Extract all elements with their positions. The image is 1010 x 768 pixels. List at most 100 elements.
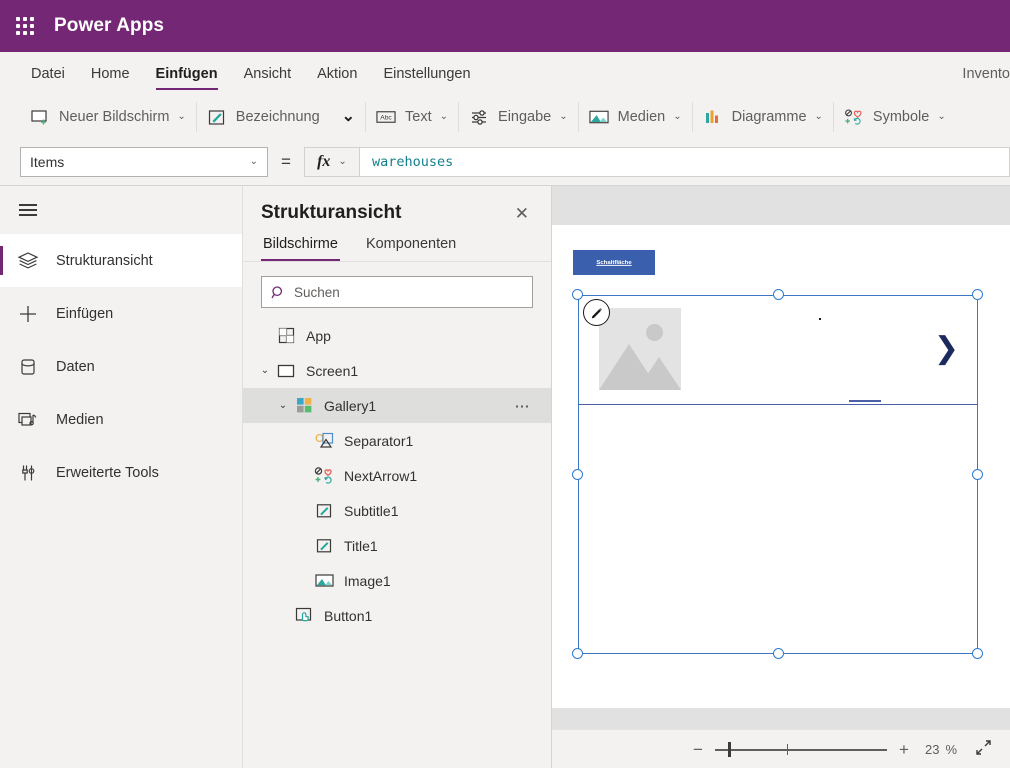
- ribbon-new-screen-label: Neuer Bildschirm: [59, 109, 170, 125]
- tree-node-nextarrow1[interactable]: NextArrow1: [243, 458, 551, 493]
- tree-node-title1[interactable]: Title1: [243, 528, 551, 563]
- status-bar: − + 23 %: [552, 729, 1010, 768]
- database-icon: [0, 357, 56, 377]
- menu-item-einstellungen[interactable]: Einstellungen: [370, 52, 483, 95]
- tree-node-label: Button1: [324, 607, 373, 624]
- sidebar-item-label: Medien: [56, 411, 104, 428]
- menu-item-datei[interactable]: Datei: [18, 52, 78, 95]
- tree-panel-footer-fill: [243, 708, 552, 768]
- ribbon-charts[interactable]: Diagramme ⌄: [693, 102, 834, 132]
- tree-node-subtitle1[interactable]: Subtitle1: [243, 493, 551, 528]
- insert-ribbon: Neuer Bildschirm ⌄ Bezeichnung ⌄ Abc Tex…: [0, 95, 1010, 140]
- sidebar-item-erweiterte-tools[interactable]: Erweiterte Tools: [0, 446, 242, 499]
- tree-node-label: Separator1: [344, 432, 414, 449]
- zoom-slider-thumb[interactable]: [727, 742, 731, 757]
- tab-bildschirme[interactable]: Bildschirme: [261, 230, 340, 261]
- ribbon-new-screen[interactable]: Neuer Bildschirm ⌄: [20, 102, 197, 132]
- tree-node-screen1[interactable]: ⌄ Screen1: [243, 353, 551, 388]
- charts-bar-icon: [703, 107, 723, 127]
- menu-item-einfuegen[interactable]: Einfügen: [143, 52, 231, 95]
- twisty-expanded[interactable]: ⌄: [257, 365, 273, 376]
- selection-handle-bottom-left[interactable]: [572, 648, 583, 659]
- tree-node-context-menu-icon[interactable]: ⋯: [515, 397, 532, 415]
- screen-icon: [275, 364, 297, 378]
- chevron-down-icon: ⌄: [814, 111, 823, 122]
- search-input[interactable]: Suchen: [261, 276, 533, 308]
- selection-handle-top-center[interactable]: [773, 289, 784, 300]
- tab-komponenten[interactable]: Komponenten: [364, 230, 458, 261]
- hamburger-menu-icon[interactable]: [0, 186, 56, 234]
- zoom-value: 23: [924, 741, 940, 757]
- sidebar-item-daten[interactable]: Daten: [0, 340, 242, 393]
- ribbon-label[interactable]: Bezeichnung ⌄: [197, 102, 367, 132]
- formula-input[interactable]: warehouses: [359, 147, 1010, 177]
- ribbon-charts-label: Diagramme: [731, 109, 807, 125]
- chevron-down-icon: ⌄: [937, 111, 946, 122]
- close-icon[interactable]: ✕: [511, 203, 533, 224]
- button1-control[interactable]: Schaltfläche: [573, 250, 655, 275]
- menu-bar: Datei Home Einfügen Ansicht Aktion Einst…: [0, 52, 1010, 96]
- plus-icon[interactable]: +: [893, 741, 915, 758]
- image-icon: [313, 573, 335, 588]
- ribbon-text-label: Text: [405, 109, 432, 125]
- selection-handle-middle-left[interactable]: [572, 469, 583, 480]
- button1-label: Schaltfläche: [596, 259, 632, 266]
- ribbon-input-label: Eingabe: [498, 109, 552, 125]
- nextarrow-icon: [313, 467, 335, 484]
- chevron-right-icon[interactable]: ❯: [934, 334, 959, 364]
- ribbon-icons[interactable]: Symbole ⌄: [834, 102, 956, 132]
- gallery1-control[interactable]: ❯: [578, 295, 978, 654]
- ribbon-text[interactable]: Abc Text ⌄: [366, 102, 460, 132]
- selection-handle-top-right[interactable]: [972, 289, 983, 300]
- design-canvas[interactable]: Schaltfläche ❯: [552, 186, 1010, 708]
- tree-node-gallery1[interactable]: ⌄ Gallery1 ⋯: [243, 388, 551, 423]
- ribbon-input[interactable]: Eingabe ⌄: [459, 102, 579, 132]
- zoom-slider-midtick: [786, 744, 789, 755]
- tree-node-label: App: [306, 327, 331, 344]
- layers-icon: [0, 251, 56, 271]
- menu-item-aktion[interactable]: Aktion: [304, 52, 370, 95]
- selection-handle-middle-right[interactable]: [972, 469, 983, 480]
- tree-panel-header: Strukturansicht ✕: [243, 186, 551, 230]
- app-icon: [275, 327, 297, 344]
- zoom-slider[interactable]: [714, 740, 887, 758]
- menu-item-home[interactable]: Home: [78, 52, 143, 95]
- zoom-slider-track: [714, 749, 887, 751]
- chevron-down-icon: ⌄: [439, 111, 449, 122]
- sidebar-item-label: Einfügen: [56, 305, 114, 322]
- sidebar-item-einfuegen[interactable]: Einfügen: [0, 287, 242, 340]
- canvas-bottom-band: [552, 708, 1010, 729]
- fit-screen-icon[interactable]: [975, 739, 992, 760]
- tree-node-image1[interactable]: Image1: [243, 563, 551, 598]
- component-tree: App ⌄ Screen1 ⌄ Gallery1 ⋯ Separator1 Ne…: [243, 318, 551, 633]
- svg-text:Abc: Abc: [380, 115, 392, 122]
- tree-node-separator1[interactable]: Separator1: [243, 423, 551, 458]
- selection-handle-bottom-right[interactable]: [972, 648, 983, 659]
- button-icon: [293, 607, 315, 624]
- media-image-icon: [589, 107, 609, 127]
- tree-node-label: Screen1: [306, 362, 359, 379]
- image-placeholder-icon: [599, 308, 681, 390]
- tree-node-app[interactable]: App: [243, 318, 551, 353]
- label-icon: [313, 503, 335, 519]
- minus-icon[interactable]: −: [687, 741, 709, 758]
- menu-item-ansicht[interactable]: Ansicht: [231, 52, 305, 95]
- tree-node-button1[interactable]: Button1: [243, 598, 551, 633]
- ribbon-media[interactable]: Medien ⌄: [579, 102, 693, 132]
- fx-button[interactable]: fx ⌄: [303, 147, 360, 177]
- grid-waffle-icon[interactable]: [14, 15, 36, 37]
- ribbon-media-label: Medien: [617, 109, 666, 125]
- tree-node-label: Image1: [344, 572, 391, 589]
- equals-sign: =: [281, 152, 291, 171]
- chevron-down-icon: ⌄: [673, 111, 682, 122]
- selection-handle-bottom-center[interactable]: [773, 648, 784, 659]
- property-select[interactable]: Items ⌄: [20, 147, 268, 177]
- sidebar-item-strukturansicht[interactable]: Strukturansicht: [0, 234, 242, 287]
- separator1-tick: [849, 400, 881, 402]
- selection-handle-top-left[interactable]: [572, 289, 583, 300]
- chevron-down-icon: ⌄: [249, 156, 258, 167]
- twisty-expanded[interactable]: ⌄: [275, 400, 291, 411]
- sidebar-item-medien[interactable]: Medien: [0, 393, 242, 446]
- new-screen-icon: [30, 107, 50, 127]
- pencil-edit-icon[interactable]: [583, 299, 610, 326]
